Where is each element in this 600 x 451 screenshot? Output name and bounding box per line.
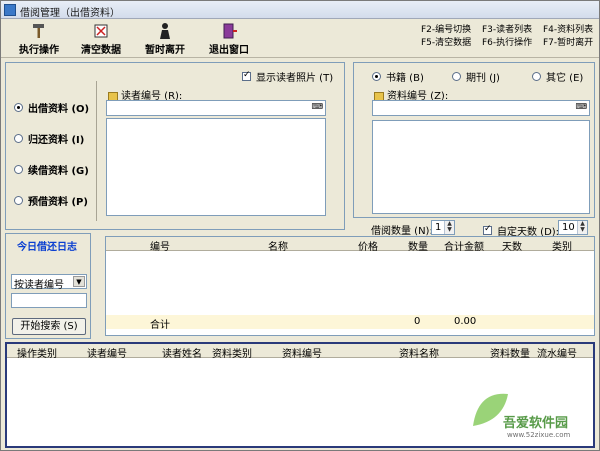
show-photo-checkbox[interactable]: 显示读者照片 (T) xyxy=(242,69,333,84)
col-quantity: 数量 xyxy=(408,242,428,253)
leave-button[interactable]: 暂时离开 xyxy=(139,22,191,56)
hotkey-f4: F4-资料列表 xyxy=(543,25,594,35)
col-reader-no: 读者编号 xyxy=(87,349,127,360)
hotkey-f7: F7-暂时离开 xyxy=(543,38,594,48)
clear-label: 清空数据 xyxy=(81,45,121,56)
col-days: 天数 xyxy=(502,242,522,253)
mode-renew-label: 续借资料 (G) xyxy=(28,166,89,177)
main-window: 借阅管理（出借资料） 执行操作 清空数据 暂时离开 退出窗口 F2-编号切换 F… xyxy=(0,0,600,451)
col-total-amount: 合计金额 xyxy=(444,242,484,253)
keyboard-icon[interactable]: ⌨ xyxy=(575,102,587,111)
col-name: 名称 xyxy=(268,242,288,253)
reader-no-input[interactable]: ⌨ xyxy=(106,100,326,116)
watermark: 吾爱软件园 www.52zixue.com xyxy=(423,376,593,446)
hotkey-f5: F5-清空数据 xyxy=(421,38,472,48)
type-other-label: 其它 (E) xyxy=(546,73,584,84)
hotkey-f3: F3-读者列表 xyxy=(482,25,533,35)
col-reader-name: 读者姓名 xyxy=(162,349,202,360)
exit-label: 退出窗口 xyxy=(209,45,249,56)
radio-dot xyxy=(532,72,541,81)
hotkey-f2: F2-编号切换 xyxy=(421,25,472,35)
days-spinner[interactable]: 10 ▲ ▼ xyxy=(558,220,588,235)
reader-info-box xyxy=(106,118,326,216)
col-price: 价格 xyxy=(358,242,378,253)
spinner-arrows-icon[interactable]: ▲ ▼ xyxy=(577,221,587,234)
log-filter-dropdown[interactable]: 按读者编号 ▼ xyxy=(11,274,87,291)
col-category: 类别 xyxy=(552,242,572,253)
hammer-icon xyxy=(33,24,44,38)
exit-button[interactable]: 退出窗口 xyxy=(203,22,255,56)
mode-reserve-label: 预借资料 (P) xyxy=(28,197,88,208)
clear-button[interactable]: 清空数据 xyxy=(77,22,125,56)
col-op-type: 操作类别 xyxy=(17,349,57,360)
col-material-no: 资料编号 xyxy=(282,349,322,360)
type-other-radio[interactable]: 其它 (E) xyxy=(532,69,583,84)
person-icon xyxy=(160,23,170,39)
hotkey-f6: F6-执行操作 xyxy=(482,38,533,48)
mode-borrow-label: 出借资料 (O) xyxy=(28,104,90,115)
total-amount: 0.00 xyxy=(454,316,477,327)
radio-dot xyxy=(372,72,381,81)
radio-dot xyxy=(14,165,23,174)
days-value: 10 xyxy=(562,222,575,233)
log-grid-header: 操作类别 读者编号 读者姓名 资料类别 资料编号 资料名称 资料数量 流水编号 xyxy=(7,344,593,360)
mode-reserve-radio[interactable]: 预借资料 (P) xyxy=(14,193,88,208)
execute-label: 执行操作 xyxy=(19,45,59,56)
material-info-box xyxy=(372,120,590,214)
type-journal-radio[interactable]: 期刊 (J) xyxy=(452,69,500,84)
borrow-grid: 编号 名称 价格 数量 合计金额 天数 类别 合计 0 0.00 xyxy=(105,236,595,336)
material-panel: 书籍 (B) 期刊 (J) 其它 (E) 资料编号 (Z): ⌨ xyxy=(353,62,595,218)
radio-dot xyxy=(14,196,23,205)
toolbar: 执行操作 清空数据 暂时离开 退出窗口 F2-编号切换 F5-清空数据 F3-读… xyxy=(1,20,599,58)
mode-return-label: 归还资料 (I) xyxy=(28,135,85,146)
watermark-brand: 吾爱软件园 xyxy=(503,416,569,431)
borrow-grid-total-row: 合计 0 0.00 xyxy=(106,315,594,331)
col-material-qty: 资料数量 xyxy=(490,349,530,360)
type-book-label: 书籍 (B) xyxy=(386,73,424,84)
radio-dot xyxy=(14,103,23,112)
col-code: 编号 xyxy=(150,242,170,253)
reader-panel: 出借资料 (O) 归还资料 (I) 续借资料 (G) 预借资料 (P) 显示读者… xyxy=(5,62,345,230)
spinner-arrows-icon[interactable]: ▲ ▼ xyxy=(444,221,454,234)
exit-door-icon xyxy=(223,23,237,39)
col-material-type: 资料类别 xyxy=(212,349,252,360)
chevron-down-icon[interactable]: ▼ xyxy=(73,276,85,287)
keyboard-icon[interactable]: ⌨ xyxy=(311,102,323,111)
material-no-input[interactable]: ⌨ xyxy=(372,100,590,116)
hotkeys-col1: F2-编号切换 F5-清空数据 xyxy=(421,24,471,50)
col-serial-no: 流水编号 xyxy=(537,349,577,360)
checkbox-box xyxy=(483,224,492,235)
log-filter-value: 按读者编号 xyxy=(14,280,64,291)
total-quantity: 0 xyxy=(414,316,421,327)
radio-dot xyxy=(14,134,23,143)
title-bar[interactable]: 借阅管理（出借资料） xyxy=(1,1,599,19)
mode-renew-radio[interactable]: 续借资料 (G) xyxy=(14,162,89,177)
log-search-input[interactable] xyxy=(11,293,87,308)
leave-label: 暂时离开 xyxy=(145,45,185,56)
hotkeys-col2: F3-读者列表 F6-执行操作 xyxy=(482,24,532,50)
app-icon xyxy=(4,4,16,16)
mode-return-radio[interactable]: 归还资料 (I) xyxy=(14,131,84,146)
radio-dot xyxy=(452,72,461,81)
watermark-url: www.52zixue.com xyxy=(507,431,571,439)
hotkeys-col3: F4-资料列表 F7-暂时离开 xyxy=(543,24,593,50)
checkbox-box xyxy=(242,70,251,81)
divider xyxy=(96,81,97,221)
type-journal-label: 期刊 (J) xyxy=(466,73,500,84)
col-material-name: 资料名称 xyxy=(399,349,439,360)
today-log-title: 今日借还日志 xyxy=(17,242,77,253)
start-search-button[interactable]: 开始搜索 (S) xyxy=(12,318,86,335)
borrow-grid-header: 编号 名称 价格 数量 合计金额 天数 类别 xyxy=(106,237,594,253)
show-photo-label: 显示读者照片 (T) xyxy=(256,73,334,84)
type-book-radio[interactable]: 书籍 (B) xyxy=(372,69,424,84)
quantity-value: 1 xyxy=(435,222,442,233)
window-title: 借阅管理（出借资料） xyxy=(20,8,120,19)
today-log-panel: 今日借还日志 按读者编号 ▼ 开始搜索 (S) xyxy=(5,233,91,339)
total-label: 合计 xyxy=(150,320,170,331)
execute-button[interactable]: 执行操作 xyxy=(15,22,63,56)
mode-borrow-radio[interactable]: 出借资料 (O) xyxy=(14,100,89,115)
quantity-spinner[interactable]: 1 ▲ ▼ xyxy=(431,220,455,235)
quantity-label: 借阅数量 (N): xyxy=(371,226,433,237)
clear-icon xyxy=(94,24,108,38)
